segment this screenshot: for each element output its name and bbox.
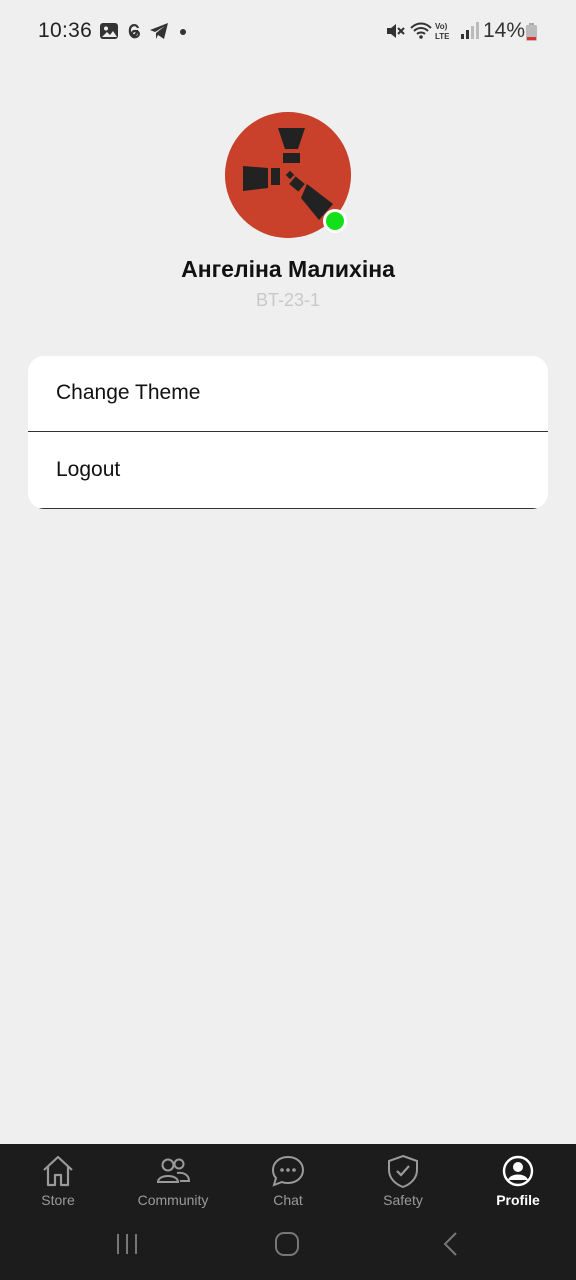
- nav-item-community[interactable]: Community: [115, 1154, 231, 1224]
- profile-group: BT-23-1: [255, 290, 321, 310]
- nav-label-community: Community: [137, 1192, 209, 1208]
- profile-icon: [502, 1155, 534, 1187]
- status-time: 10:36: [38, 19, 93, 42]
- nav-item-chat[interactable]: Chat: [230, 1154, 346, 1224]
- threads-icon: [128, 24, 140, 39]
- home-button-icon[interactable]: [274, 1231, 300, 1257]
- svg-text:LTE: LTE: [435, 32, 450, 41]
- status-bar: 10:36 Vo) LTE 14%: [0, 0, 576, 64]
- profile-name: Ангеліна Малихіна: [181, 256, 395, 282]
- nav-item-profile[interactable]: Profile: [460, 1154, 576, 1224]
- wifi-icon: [410, 22, 432, 39]
- back-icon[interactable]: [438, 1231, 464, 1257]
- people-icon: [156, 1158, 191, 1183]
- signal-icon: [461, 22, 479, 39]
- system-navigation: [0, 1226, 576, 1266]
- battery-percent: 14%: [483, 19, 526, 42]
- svg-text:Vo): Vo): [435, 22, 448, 31]
- chat-icon: [271, 1155, 305, 1187]
- nav-label-chat: Chat: [273, 1192, 303, 1208]
- volte-icon: Vo) LTE: [435, 22, 450, 41]
- change-theme-label: Change Theme: [56, 381, 201, 404]
- avatar[interactable]: [225, 112, 351, 238]
- nav-item-store[interactable]: Store: [0, 1154, 116, 1224]
- notification-dot: [180, 29, 186, 35]
- settings-menu: Change Theme Logout: [28, 356, 548, 509]
- change-theme-button[interactable]: Change Theme: [28, 356, 548, 432]
- home-icon: [43, 1155, 73, 1187]
- nav-label-store: Store: [41, 1192, 75, 1208]
- battery-icon: [526, 23, 537, 41]
- shield-icon: [388, 1154, 418, 1188]
- online-status-dot: [323, 209, 347, 233]
- nav-label-profile: Profile: [496, 1192, 540, 1208]
- nav-item-safety[interactable]: Safety: [345, 1154, 461, 1224]
- telegram-icon: [150, 23, 168, 39]
- nav-label-safety: Safety: [383, 1192, 423, 1208]
- recent-apps-icon[interactable]: [114, 1231, 140, 1257]
- logout-label: Logout: [56, 458, 121, 481]
- mute-icon: [387, 24, 405, 38]
- logout-button[interactable]: Logout: [28, 433, 538, 509]
- gallery-icon: [100, 23, 118, 39]
